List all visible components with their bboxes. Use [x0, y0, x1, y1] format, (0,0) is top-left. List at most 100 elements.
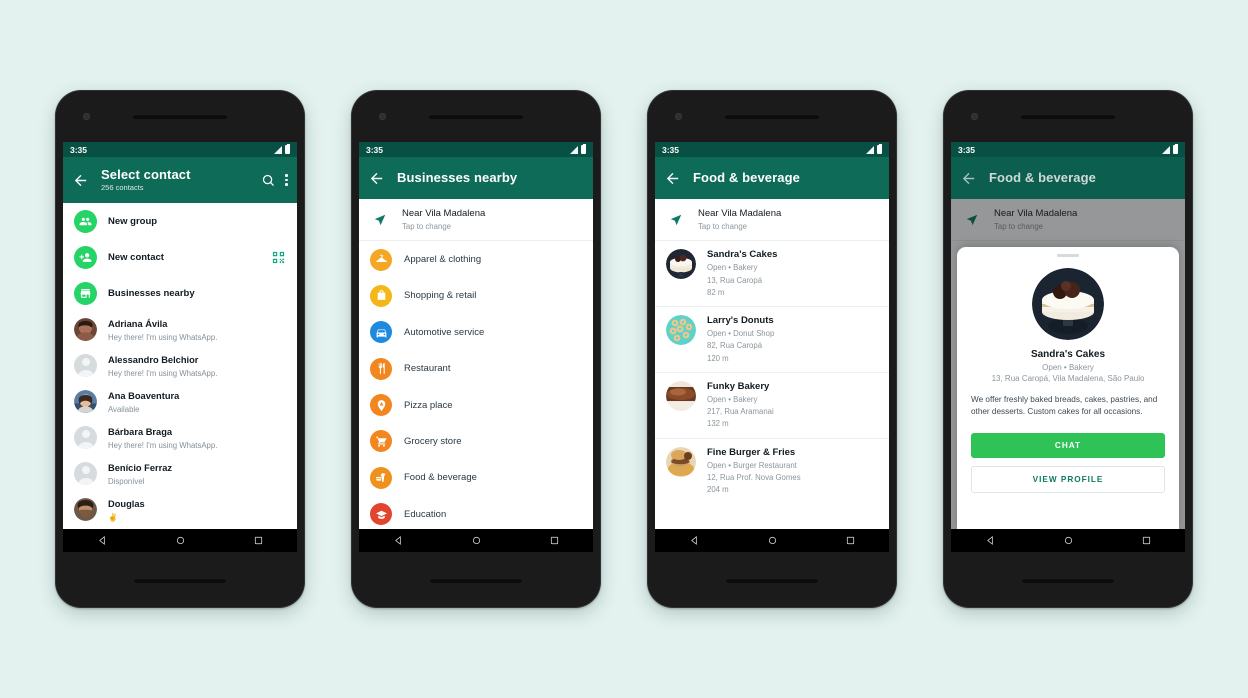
status-icons: [1162, 144, 1178, 154]
contact-text: Bárbara Braga Hey there! I'm using Whats…: [108, 422, 286, 451]
app-bar-titles: Food & beverage: [693, 170, 880, 186]
business-name: Funky Bakery: [707, 380, 770, 392]
contacts-count: 256 contacts: [101, 183, 144, 193]
category-item-automotive[interactable]: Automotive service: [359, 314, 593, 350]
location-text: Near Vila Madalena Tap to change: [698, 208, 781, 231]
avatar: [74, 317, 97, 341]
status-time: 3:35: [70, 144, 88, 155]
contact-name: Bárbara Braga: [108, 427, 173, 438]
contact-list-item[interactable]: Benício Ferraz Disponível: [63, 455, 297, 491]
contact-list-item[interactable]: Adriana Ávila Hey there! I'm using Whats…: [63, 311, 297, 347]
front-camera-icon: [379, 113, 386, 120]
contact-name: Ana Boaventura: [108, 391, 180, 402]
category-item-education[interactable]: Education: [359, 496, 593, 529]
business-address: 13, Rua Caropá, Vila Madalena, São Paulo: [991, 373, 1145, 383]
business-meta: Open • Burger Restaurant: [707, 460, 797, 470]
page-title: Food & beverage: [989, 169, 1096, 185]
business-list-item[interactable]: Fine Burger & Fries Open • Burger Restau…: [655, 439, 889, 504]
business-address: 12, Rua Prof. Nova Gomes: [707, 472, 801, 482]
location-row[interactable]: Near Vila Madalena Tap to change: [655, 199, 889, 242]
phone-businesses-nearby: 3:35 Businesses nearby Near Vila Madalen…: [351, 90, 601, 608]
earpiece-speaker: [724, 114, 820, 119]
action-label: New group: [108, 215, 158, 227]
contact-list-item[interactable]: Bárbara Braga Hey there! I'm using Whats…: [63, 419, 297, 455]
business-profile-sheet: Sandra's Cakes Open • Bakery 13, Rua Car…: [957, 247, 1179, 529]
recents-square-icon[interactable]: [1141, 535, 1152, 546]
business-name: Larry's Donuts: [707, 315, 774, 327]
phone-top-bezel: [351, 90, 601, 142]
contact-list-item[interactable]: Ana Boaventura Available: [63, 383, 297, 419]
category-item-grocery[interactable]: Grocery store: [359, 423, 593, 459]
business-description: We offer freshly baked breads, cakes, pa…: [971, 394, 1158, 417]
home-circle-icon[interactable]: [1063, 535, 1074, 546]
battery-icon: [877, 144, 882, 154]
app-bar: Select contact 256 contacts: [63, 157, 297, 203]
business-list-item[interactable]: Funky Bakery Open • Bakery 217, Rua Aram…: [655, 373, 889, 439]
location-subtitle: Tap to change: [402, 222, 451, 232]
phone-top-bezel: [647, 90, 897, 142]
phone-top-bezel: [55, 90, 305, 142]
home-circle-icon[interactable]: [175, 535, 186, 546]
contact-text: Douglas ✌️: [108, 494, 286, 523]
back-triangle-icon[interactable]: [393, 535, 404, 546]
home-circle-icon[interactable]: [471, 535, 482, 546]
recents-square-icon[interactable]: [253, 535, 264, 546]
category-item-pizza[interactable]: Pizza place: [359, 387, 593, 423]
action-new-group[interactable]: New group: [63, 203, 297, 239]
category-label: Pizza place: [404, 399, 453, 411]
category-item-shopping[interactable]: Shopping & retail: [359, 278, 593, 314]
back-triangle-icon[interactable]: [985, 535, 996, 546]
front-camera-icon: [675, 113, 682, 120]
business-avatar: [666, 315, 696, 346]
location-row[interactable]: Near Vila Madalena Tap to change: [359, 199, 593, 242]
back-triangle-icon[interactable]: [97, 535, 108, 546]
home-circle-icon[interactable]: [767, 535, 778, 546]
business-meta: Open • Bakery: [1042, 362, 1094, 372]
business-distance: 120 m: [707, 353, 729, 363]
android-nav-bar: [359, 529, 593, 552]
business-meta: Open • Bakery: [707, 394, 758, 404]
action-new-contact[interactable]: New contact: [63, 239, 297, 275]
back-arrow-icon[interactable]: [368, 170, 385, 187]
pizza-pin-icon: [370, 394, 392, 417]
overflow-menu-icon[interactable]: [285, 174, 288, 186]
contact-list-item[interactable]: Alessandro Belchior Hey there! I'm using…: [63, 347, 297, 383]
status-icons: [274, 144, 290, 154]
earpiece-speaker: [132, 114, 228, 119]
action-businesses-nearby[interactable]: Businesses nearby: [63, 275, 297, 311]
view-profile-button[interactable]: VIEW PROFILE: [971, 465, 1165, 493]
back-arrow-icon[interactable]: [664, 170, 681, 187]
signal-icon: [274, 145, 282, 154]
navigation-arrow-icon: [666, 213, 686, 227]
action-label: Businesses nearby: [108, 287, 195, 299]
contact-list-item[interactable]: Douglas ✌️: [63, 491, 297, 527]
back-arrow-icon[interactable]: [960, 170, 977, 187]
category-item-restaurant[interactable]: Restaurant: [359, 351, 593, 387]
chat-button[interactable]: CHAT: [971, 432, 1165, 458]
search-icon[interactable]: [261, 173, 276, 188]
business-list-item[interactable]: Sandra's Cakes Open • Bakery 13, Rua Car…: [655, 241, 889, 308]
status-bar: 3:35: [63, 142, 297, 157]
app-bar-titles: Select contact 256 contacts: [101, 167, 261, 193]
signal-icon: [570, 145, 578, 154]
business-list-item[interactable]: Larry's Donuts Open • Donut Shop 82, Rua…: [655, 307, 889, 373]
recents-square-icon[interactable]: [549, 535, 560, 546]
drag-handle[interactable]: [1057, 254, 1079, 257]
location-subtitle: Tap to change: [698, 222, 747, 232]
qr-code-icon[interactable]: [271, 250, 286, 265]
recents-square-icon[interactable]: [845, 535, 856, 546]
location-text: Near Vila Madalena Tap to change: [402, 208, 485, 231]
earpiece-speaker: [1020, 114, 1116, 119]
contact-name: Benício Ferraz: [108, 463, 173, 474]
contact-name: Alessandro Belchior: [108, 355, 199, 366]
cutlery-icon: [370, 357, 392, 380]
back-arrow-icon[interactable]: [72, 172, 89, 189]
business-name: Sandra's Cakes: [1030, 348, 1106, 360]
phone-bottom-bezel: [647, 552, 897, 608]
category-item-food-beverage[interactable]: Food & beverage: [359, 460, 593, 496]
category-item-apparel[interactable]: Apparel & clothing: [359, 241, 593, 277]
food-drink-icon: [370, 466, 392, 489]
back-triangle-icon[interactable]: [689, 535, 700, 546]
graduation-cap-icon: [370, 503, 392, 526]
business-avatar: [1032, 267, 1104, 340]
